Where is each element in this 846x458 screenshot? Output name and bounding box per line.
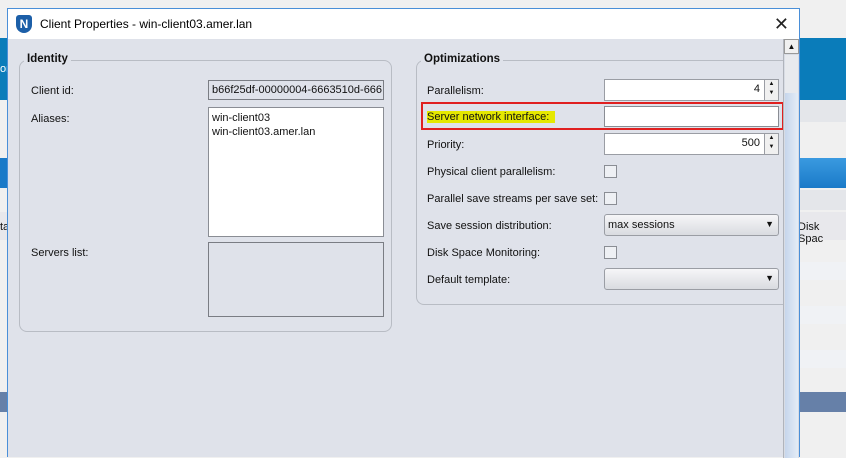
spinner-arrows-icon[interactable]: ▲ ▼ <box>764 134 778 154</box>
disk-space-monitoring-checkbox[interactable] <box>604 246 617 259</box>
scroll-thumb[interactable] <box>785 93 798 458</box>
servers-list-label: Servers list: <box>31 247 89 259</box>
client-properties-dialog: N Client Properties - win-client03.amer.… <box>7 8 800 458</box>
parallelism-label: Parallelism: <box>427 85 484 97</box>
identity-legend: Identity <box>24 53 71 65</box>
parallel-save-streams-label: Parallel save streams per save set: <box>427 193 599 205</box>
bg-left-header: ta <box>0 212 7 240</box>
physical-client-parallelism-checkbox[interactable] <box>604 165 617 178</box>
bg-left-tab <box>0 158 7 188</box>
priority-value: 500 <box>741 137 760 149</box>
servers-list-field[interactable] <box>208 242 384 317</box>
default-template-select[interactable]: ▼ <box>604 268 779 290</box>
physical-client-parallelism-label: Physical client parallelism: <box>427 166 556 178</box>
save-session-distribution-label: Save session distribution: <box>427 220 552 232</box>
networker-logo-icon: N <box>16 15 32 33</box>
optimizations-legend: Optimizations <box>421 53 504 65</box>
spinner-arrows-icon[interactable]: ▲ ▼ <box>764 80 778 100</box>
save-session-distribution-select[interactable]: max sessions ▼ <box>604 214 779 236</box>
client-id-label: Client id: <box>31 85 74 97</box>
server-network-interface-label: Server network interface: <box>427 111 556 123</box>
save-session-distribution-value: max sessions <box>608 219 675 231</box>
bg-right-toolbar <box>800 190 846 210</box>
vertical-scrollbar[interactable]: ▲ <box>783 39 799 458</box>
close-button[interactable]: ✕ <box>774 14 789 35</box>
aliases-label: Aliases: <box>31 113 70 125</box>
alias-item: win-client03.amer.lan <box>212 126 316 138</box>
server-network-interface-input[interactable] <box>604 106 779 127</box>
parallelism-spinner[interactable]: 4 ▲ ▼ <box>604 79 779 101</box>
bg-right-banner <box>800 38 846 100</box>
scroll-track[interactable] <box>785 55 798 93</box>
scroll-up-arrow-icon[interactable]: ▲ <box>784 39 799 54</box>
bg-left-banner: or <box>0 38 7 100</box>
bg-row <box>800 306 846 324</box>
bg-row <box>800 350 846 368</box>
bg-right-tab <box>800 158 846 188</box>
title-bar[interactable]: N Client Properties - win-client03.amer.… <box>8 9 799 39</box>
default-template-label: Default template: <box>427 274 511 286</box>
aliases-textarea[interactable]: win-client03 win-client03.amer.lan <box>208 107 384 237</box>
disk-space-monitoring-label: Disk Space Monitoring: <box>427 247 541 259</box>
bg-status-bar <box>800 392 846 412</box>
dropdown-arrow-icon: ▼ <box>765 273 774 283</box>
bg-topbar <box>0 0 846 8</box>
bg-row <box>800 262 846 280</box>
dropdown-arrow-icon: ▼ <box>765 219 774 229</box>
priority-label: Priority: <box>427 139 465 151</box>
parallel-save-streams-checkbox[interactable] <box>604 192 617 205</box>
parallelism-value: 4 <box>753 83 760 95</box>
bg-right-bar <box>800 100 846 122</box>
alias-item: win-client03 <box>212 112 271 124</box>
priority-spinner[interactable]: 500 ▲ ▼ <box>604 133 779 155</box>
client-id-field[interactable]: b66f25df-00000004-6663510d-666 <box>208 80 384 100</box>
window-title: Client Properties - win-client03.amer.la… <box>40 17 253 31</box>
identity-group: Identity Client id: b66f25df-00000004-66… <box>19 53 392 332</box>
bg-left-status <box>0 392 7 412</box>
optimizations-group: Optimizations Parallelism: 4 ▲ ▼ Server ne… <box>416 53 788 305</box>
bg-column-header[interactable]: Disk Spac <box>798 212 846 245</box>
